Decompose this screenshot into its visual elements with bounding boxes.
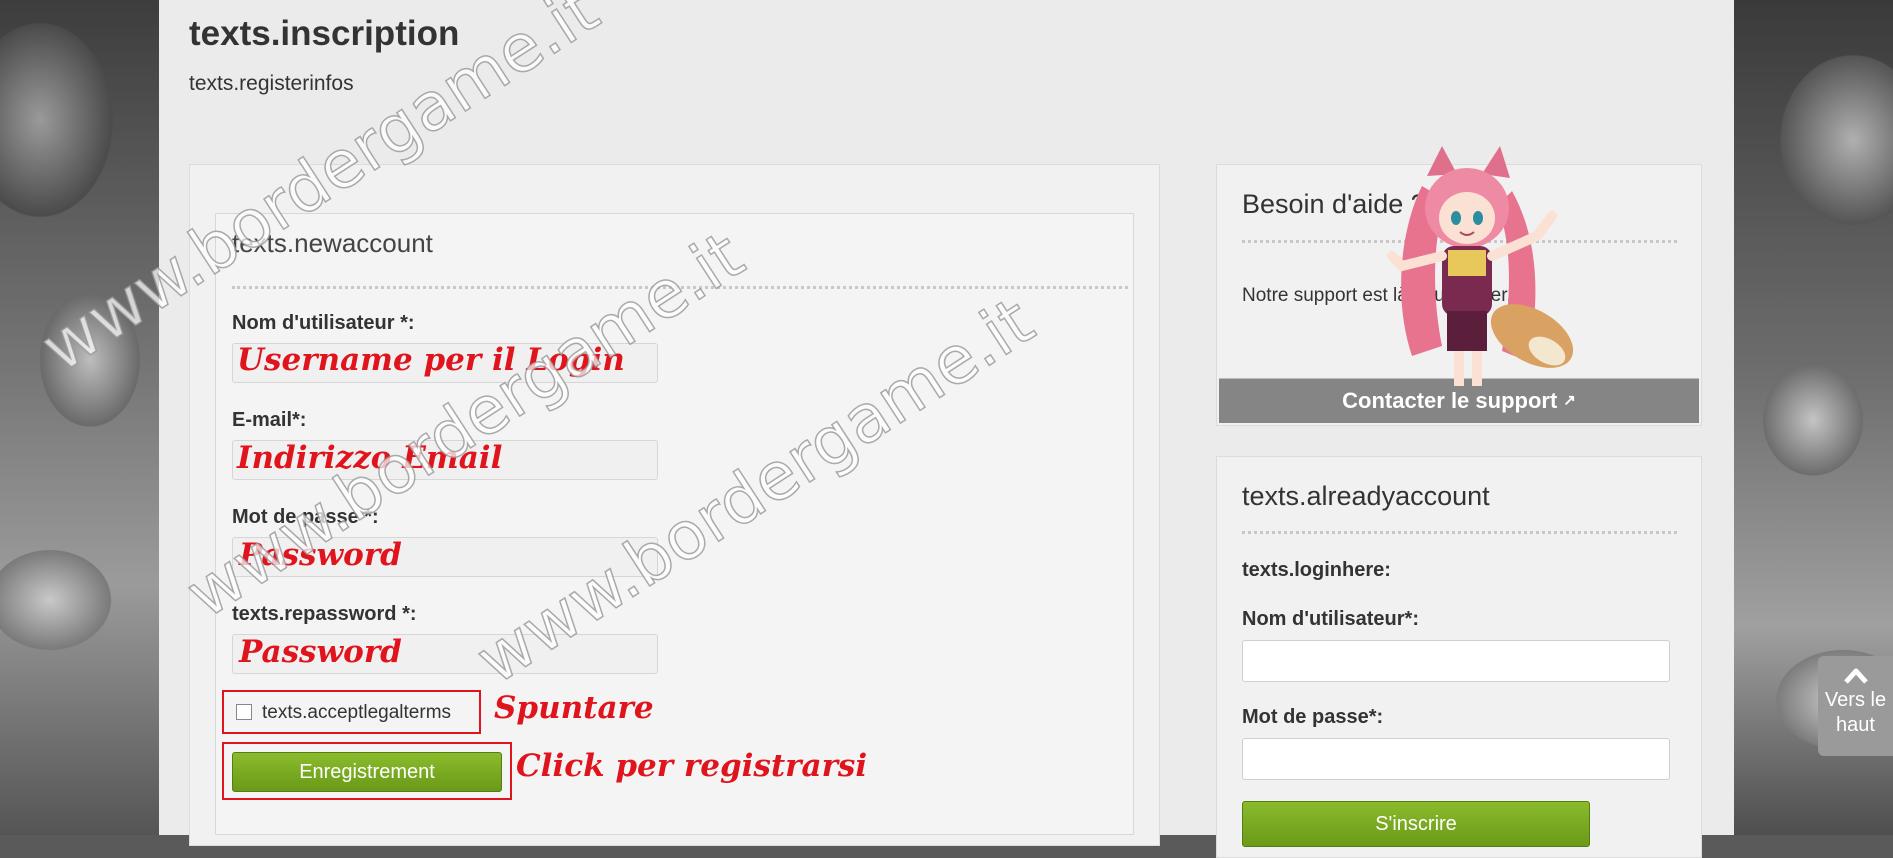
login-password-label: Mot de passe*: (1242, 706, 1384, 728)
chevron-up-icon (1843, 668, 1868, 684)
back-to-top-button[interactable]: Vers le haut (1818, 656, 1893, 756)
signup-button[interactable]: S'inscrire (1242, 801, 1590, 847)
username-label: Nom d'utilisateur *: (232, 312, 415, 334)
new-account-form: texts.newaccount Nom d'utilisateur *: E-… (215, 213, 1134, 835)
register-panel: texts.newaccount Nom d'utilisateur *: E-… (189, 164, 1160, 846)
annotation-repassword: Password (239, 634, 402, 670)
background-art-left (0, 0, 160, 835)
contact-support-label: Contacter le support (1342, 388, 1558, 413)
new-account-title: texts.newaccount (232, 228, 433, 258)
back-to-top-line1: Vers le (1824, 689, 1887, 711)
annotation-username: Username per il Login (237, 342, 625, 378)
login-password-input[interactable] (1242, 738, 1670, 780)
email-label: E-mail*: (232, 409, 307, 431)
terms-checkbox[interactable] (236, 704, 252, 720)
annotation-password: Password (239, 537, 402, 573)
mascot-illustration (1387, 146, 1574, 386)
terms-highlight-box: texts.acceptlegalterms (222, 690, 481, 734)
login-title: texts.alreadyaccount (1242, 481, 1490, 511)
login-username-input[interactable] (1242, 640, 1670, 682)
login-panel: texts.alreadyaccount texts.loginhere: No… (1216, 456, 1702, 858)
external-link-icon: ↗ (1563, 392, 1576, 409)
section-divider (232, 286, 1128, 289)
main-page: texts.inscription texts.registerinfos te… (159, 0, 1734, 858)
login-divider (1242, 531, 1677, 534)
annotation-checkbox: Spuntare (494, 690, 654, 726)
page-subtitle: texts.registerinfos (189, 72, 354, 95)
repassword-label: texts.repassword *: (232, 603, 417, 625)
login-username-label: Nom d'utilisateur*: (1242, 608, 1419, 630)
terms-label[interactable]: texts.acceptlegalterms (262, 702, 451, 724)
submit-highlight-box: Enregistrement (222, 742, 512, 800)
annotation-email: Indirizzo Email (237, 440, 503, 476)
login-hint: texts.loginhere: (1242, 559, 1391, 581)
back-to-top-line2: haut (1836, 714, 1875, 736)
annotation-submit: Click per registrarsi (516, 748, 868, 784)
password-label: Mot de passe *: (232, 506, 379, 528)
register-button[interactable]: Enregistrement (232, 752, 502, 792)
page-title: texts.inscription (189, 14, 460, 53)
